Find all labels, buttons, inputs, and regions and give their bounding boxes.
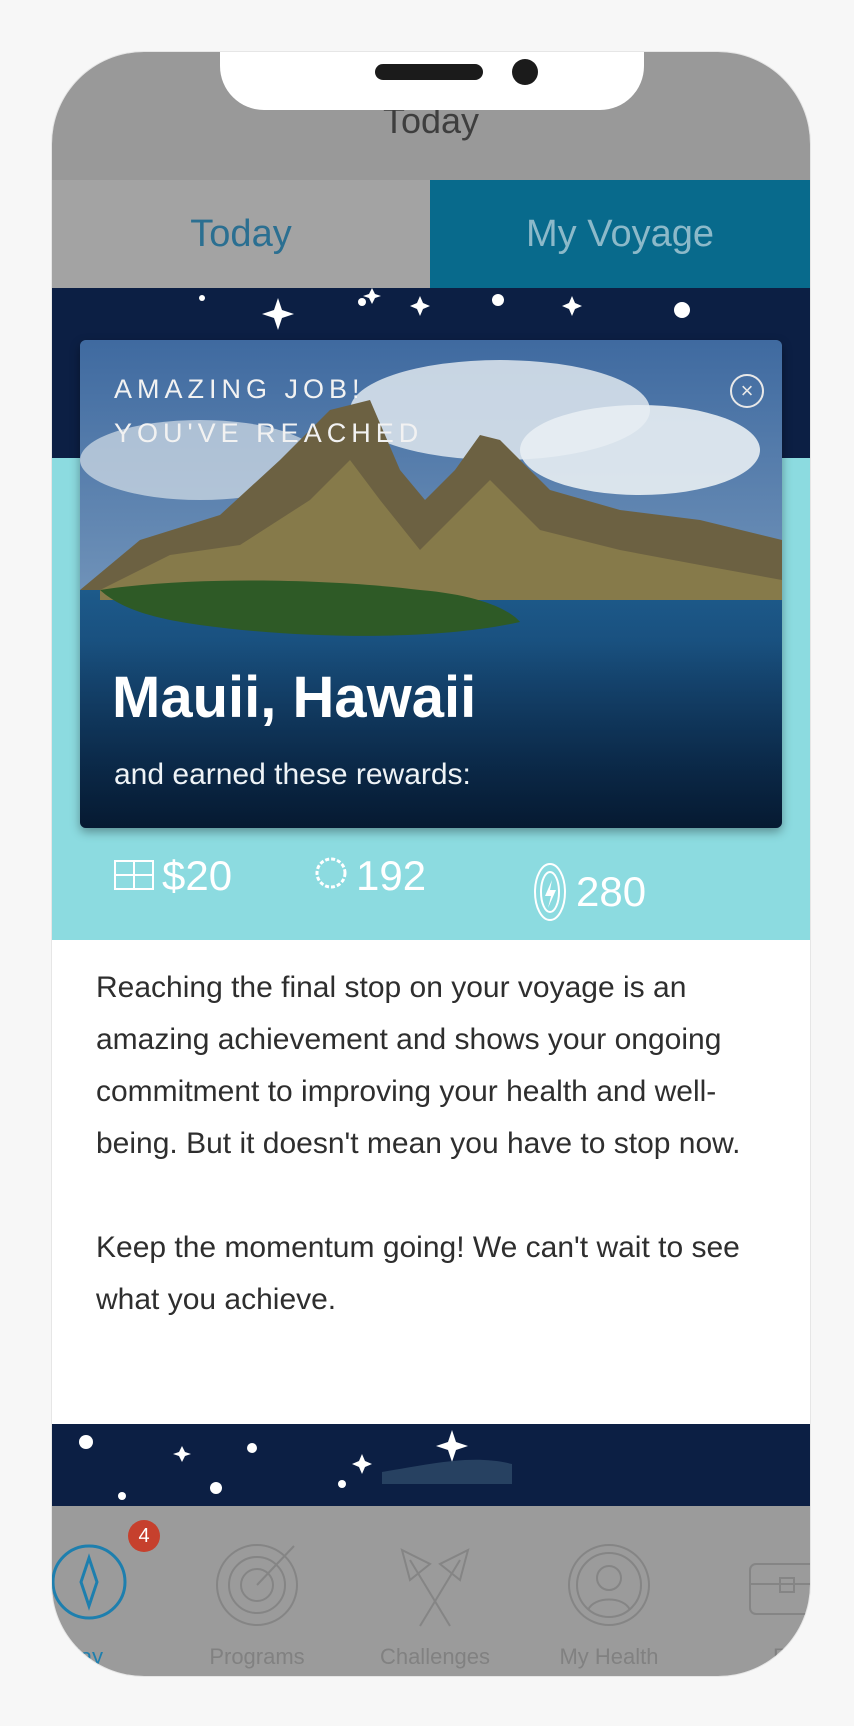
- ring-icon: [314, 852, 348, 900]
- nav-item-today[interactable]: 4 lay: [52, 1506, 174, 1676]
- reward-energy: 280: [532, 852, 646, 932]
- nav-label-rewards: Re: [772, 1644, 802, 1669]
- nav-item-programs[interactable]: Programs: [172, 1506, 342, 1676]
- compass-icon: [52, 1540, 131, 1629]
- cash-icon: [114, 852, 154, 900]
- nav-item-my-health[interactable]: My Health: [524, 1506, 694, 1676]
- hawaii-landscape-image: [80, 340, 782, 828]
- rewards-row: $20 192 280: [52, 852, 810, 940]
- message-paragraph-2: Keep the momentum going! We can't wait t…: [96, 1231, 740, 1316]
- nav-label-today: lay: [74, 1644, 104, 1669]
- face-icon: [564, 1540, 654, 1635]
- nav-item-rewards[interactable]: Re: [702, 1506, 810, 1676]
- speaker-grille: [375, 64, 483, 80]
- device-notch: [220, 52, 644, 110]
- reward-cash-value: $20: [162, 852, 233, 899]
- phone-screen: Today Today My Voyage AMAZING JOB! YOU'V…: [52, 52, 810, 1676]
- front-camera: [512, 59, 538, 85]
- message-paragraph-1: Reaching the final stop on your voyage i…: [96, 971, 741, 1160]
- destination-name: Mauii, Hawaii: [112, 665, 477, 730]
- achievement-card: AMAZING JOB! YOU'VE REACHED × Mauii, Haw…: [80, 340, 782, 828]
- reward-cash: $20: [114, 852, 232, 900]
- bottom-nav: 4 lay Programs Challenges My Health Re: [52, 1506, 810, 1676]
- nav-label-my-health: My Health: [559, 1644, 659, 1669]
- tab-today[interactable]: Today: [52, 180, 430, 288]
- card-heading-line2: YOU'VE REACHED: [114, 418, 424, 448]
- treasure-chest-icon: [742, 1540, 810, 1635]
- flags-icon: [390, 1540, 480, 1635]
- nav-label-challenges: Challenges: [379, 1644, 491, 1669]
- reward-points: 192: [314, 852, 426, 900]
- nav-item-challenges[interactable]: Challenges: [350, 1506, 520, 1676]
- rewards-intro: and earned these rewards:: [114, 758, 471, 791]
- reward-energy-value: 280: [576, 868, 647, 915]
- nav-label-programs: Programs: [209, 1644, 305, 1669]
- card-heading-line1: AMAZING JOB!: [114, 374, 365, 404]
- close-icon[interactable]: ×: [730, 374, 764, 408]
- tab-my-voyage[interactable]: My Voyage: [430, 180, 810, 288]
- message-body: Reaching the final stop on your voyage i…: [96, 962, 766, 1326]
- notification-badge: 4: [128, 1520, 160, 1552]
- target-icon: [212, 1540, 302, 1635]
- energy-icon: [532, 852, 568, 932]
- tab-bar: Today My Voyage: [52, 180, 810, 288]
- reward-points-value: 192: [356, 852, 427, 899]
